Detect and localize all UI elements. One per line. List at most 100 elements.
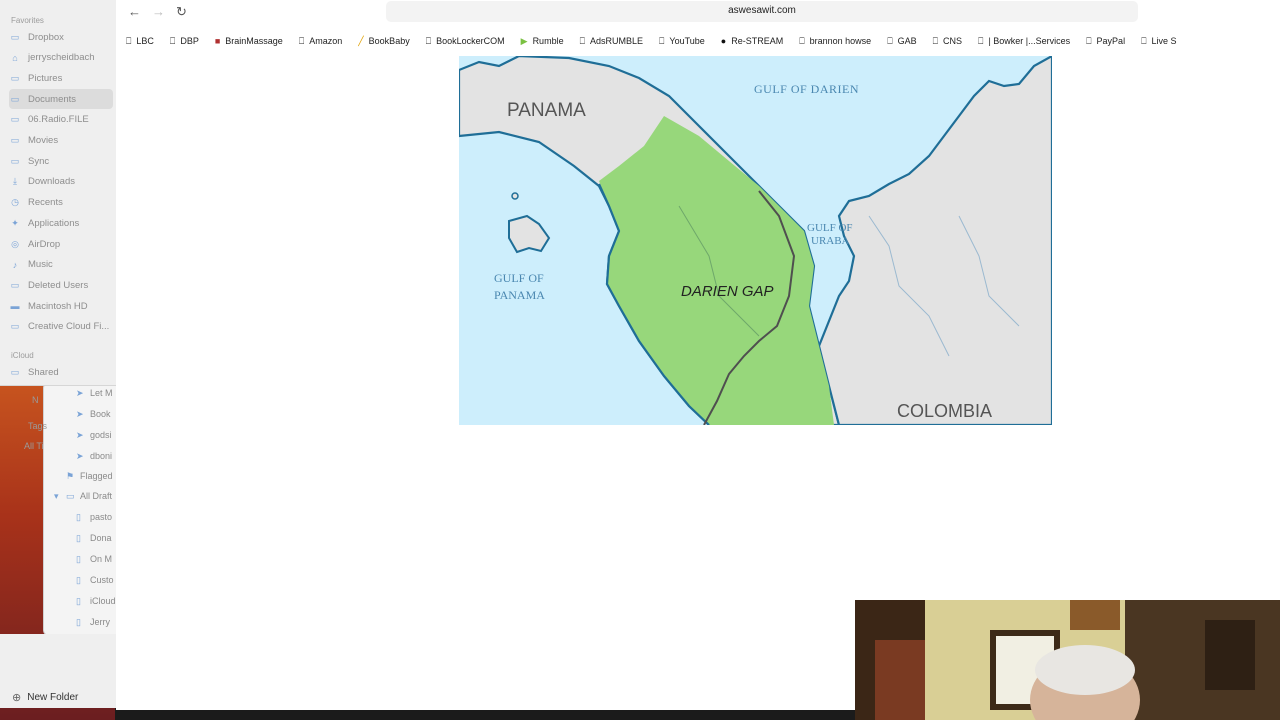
bookmark-label: BrainMassage [225, 36, 283, 46]
folder-icon: ▭ [10, 155, 20, 166]
sidebar-item-downloads[interactable]: ⤓ Downloads [9, 172, 113, 192]
sidebar-item-deleted-users[interactable]: ▭ Deleted Users [9, 275, 113, 295]
sidebar-item-documents[interactable]: ▭ Documents [9, 89, 113, 110]
bookmark-item[interactable]: ⎕ Live S [1141, 36, 1176, 47]
bookmark-label: Re-STREAM [731, 36, 784, 46]
bookmark-item[interactable]: ⎕ | Bowker |...Services [978, 36, 1070, 47]
sidebar-item-06-radio-file[interactable]: ▭ 06.Radio.FILE [9, 110, 113, 130]
sidebar-item-recents[interactable]: ◷ Recents [9, 193, 113, 213]
folder-icon: ▭ [10, 135, 20, 145]
sidebar-item-label: AirDrop [28, 238, 61, 250]
sidebar-item-sync[interactable]: ▭ Sync [9, 151, 113, 171]
back-finder-item[interactable]: All Draft [80, 491, 112, 501]
bookmark-item[interactable]: ⎕ DBP [170, 36, 199, 47]
music-icon: ♪ [12, 259, 18, 270]
bookmark-icon: ⎕ [298, 35, 305, 46]
disk-icon: ▬ [10, 301, 20, 312]
back-finder-item[interactable]: On M [90, 554, 112, 564]
webcam-overlay [855, 600, 1280, 720]
sidebar-item-macintosh-hd[interactable]: ▬ Macintosh HD [9, 296, 113, 316]
bookmark-icon: ⎕ [1086, 35, 1092, 46]
back-finder-other-0: N [32, 395, 39, 405]
folder-icon: ▭ [66, 491, 75, 501]
sidebar-item-pictures[interactable]: ▭ Pictures [9, 68, 113, 88]
folder-icon: ▭ [10, 114, 20, 125]
bookmark-item[interactable]: ▶ Rumble [521, 36, 564, 47]
bookmark-icon: ⎕ [978, 35, 984, 46]
bookmark-label: LBC [136, 36, 154, 46]
sidebar-item-label: Sync [28, 155, 50, 167]
rumble-favicon: ▶ [520, 35, 528, 46]
sidebar-item-jerryscheidbach[interactable]: ⌂ jerryscheidbach [9, 48, 113, 68]
label-gulf-darien: GULF OF DARIEN [754, 82, 859, 96]
document-icon: ▯ [76, 596, 81, 606]
bookmark-icon: ⎕ [126, 35, 132, 46]
browser-toolbar: ← → ↻ ◐ aswesawit.com [116, 0, 1280, 28]
bookmark-item[interactable]: ⎕ CNS [933, 36, 962, 47]
bookmark-item[interactable]: ⎕ brannon howse [799, 36, 871, 47]
document-icon: ▯ [76, 617, 81, 627]
bookmark-icon: ⎕ [932, 35, 939, 46]
paper-plane-icon: ➤ [76, 409, 84, 419]
bookmark-item[interactable]: ⎕ YouTube [659, 36, 705, 47]
back-finder-item[interactable]: Custo [90, 575, 114, 585]
document-icon: ▯ [76, 575, 81, 585]
sidebar-item-label: Recents [28, 197, 63, 209]
back-finder-item[interactable]: Flagged [80, 471, 113, 481]
sidebar-item-dropbox[interactable]: ▭ Dropbox [9, 27, 113, 47]
back-finder-item[interactable]: Book [90, 409, 111, 419]
finder-sidebar: Favorites ▭ Dropbox ⌂ jerryscheidbach ▭ Pictu… [0, 0, 117, 386]
sidebar-item-label: 06.Radio.FILE [28, 114, 89, 126]
bookmark-label: BookLockerCOM [436, 36, 505, 46]
back-arrow-icon[interactable]: ← [128, 4, 141, 19]
flag-icon: ⚑ [66, 471, 75, 481]
back-finder-item[interactable]: Let M [90, 388, 113, 398]
back-finder-item[interactable]: iCloud [90, 596, 116, 606]
sidebar-item-airdrop[interactable]: ◎ AirDrop [9, 234, 113, 254]
bookmark-label: AdsRUMBLE [589, 36, 643, 46]
sidebar-item-label: Dropbox [28, 31, 64, 43]
back-finder-item[interactable]: godsi [90, 430, 112, 440]
sidebar-item-label: Movies [28, 135, 59, 146]
bookmark-item[interactable]: ╱ BookBaby [358, 36, 409, 47]
bookmark-icon: ⎕ [425, 35, 432, 46]
folder-icon: ▭ [10, 321, 20, 332]
sidebar-item-movies[interactable]: ▭ Movies [9, 131, 113, 151]
new-folder-button[interactable]: ⊕ New Folder [0, 686, 116, 708]
sidebar-item-applications[interactable]: ✦ Applications [9, 213, 113, 233]
label-gulf-panama-1: GULF OF [494, 271, 544, 285]
tags-heading: Tags [28, 421, 48, 431]
paper-plane-icon: ➤ [76, 388, 84, 398]
bookmark-item[interactable]: ● Re-STREAM [721, 36, 783, 46]
sidebar-item-shared[interactable]: ▭ Shared [9, 362, 113, 382]
back-finder-other-1: All Ti [24, 441, 44, 451]
map-svg: PANAMA GULF OF DARIEN GULF OF URABA GULF… [459, 56, 1052, 425]
forward-arrow-icon[interactable]: → [152, 4, 165, 19]
back-finder-item[interactable]: pasto [90, 512, 112, 522]
brainmassage-favicon: ■ [214, 36, 221, 46]
bookmark-item[interactable]: ⎕ BookLockerCOM [426, 36, 505, 47]
reload-icon[interactable]: ↻ [176, 4, 187, 20]
bookmark-item[interactable]: ⎕ AdsRUMBLE [580, 36, 643, 47]
bookmark-item[interactable]: ⎕ PayPal [1086, 36, 1125, 47]
download-icon: ⤓ [13, 176, 17, 187]
chevron-down-icon[interactable]: ▾ [54, 491, 59, 502]
bookmark-label: Live S [1151, 36, 1177, 46]
bookmark-item[interactable]: ■ BrainMassage [215, 36, 283, 46]
label-gulf-uraba-2: URABA [811, 235, 850, 247]
sidebar-item-label: Pictures [28, 72, 63, 84]
sidebar-item-creative-cloud-fi[interactable]: ▭ Creative Cloud Fi... [9, 317, 113, 337]
address-bar[interactable]: aswesawit.com [386, 1, 1138, 22]
label-colombia: COLOMBIA [897, 401, 992, 421]
bookmark-item[interactable]: ⎕ Amazon [299, 36, 342, 47]
sidebar-item-label: Deleted Users [28, 279, 89, 291]
sidebar-item-label: Creative Cloud Fi... [28, 321, 110, 333]
back-finder-item[interactable]: Dona [90, 533, 112, 543]
bookmark-icon: ⎕ [579, 35, 585, 46]
bookmark-item[interactable]: ⎕ LBC [126, 36, 154, 47]
sidebar-item-music[interactable]: ♪ Music [9, 255, 113, 275]
bookmark-item[interactable]: ⎕ GAB [887, 36, 916, 47]
back-finder-item[interactable]: dboni [90, 451, 112, 461]
bookmark-icon: ⎕ [169, 35, 176, 46]
back-finder-item[interactable]: Jerry [90, 617, 110, 627]
